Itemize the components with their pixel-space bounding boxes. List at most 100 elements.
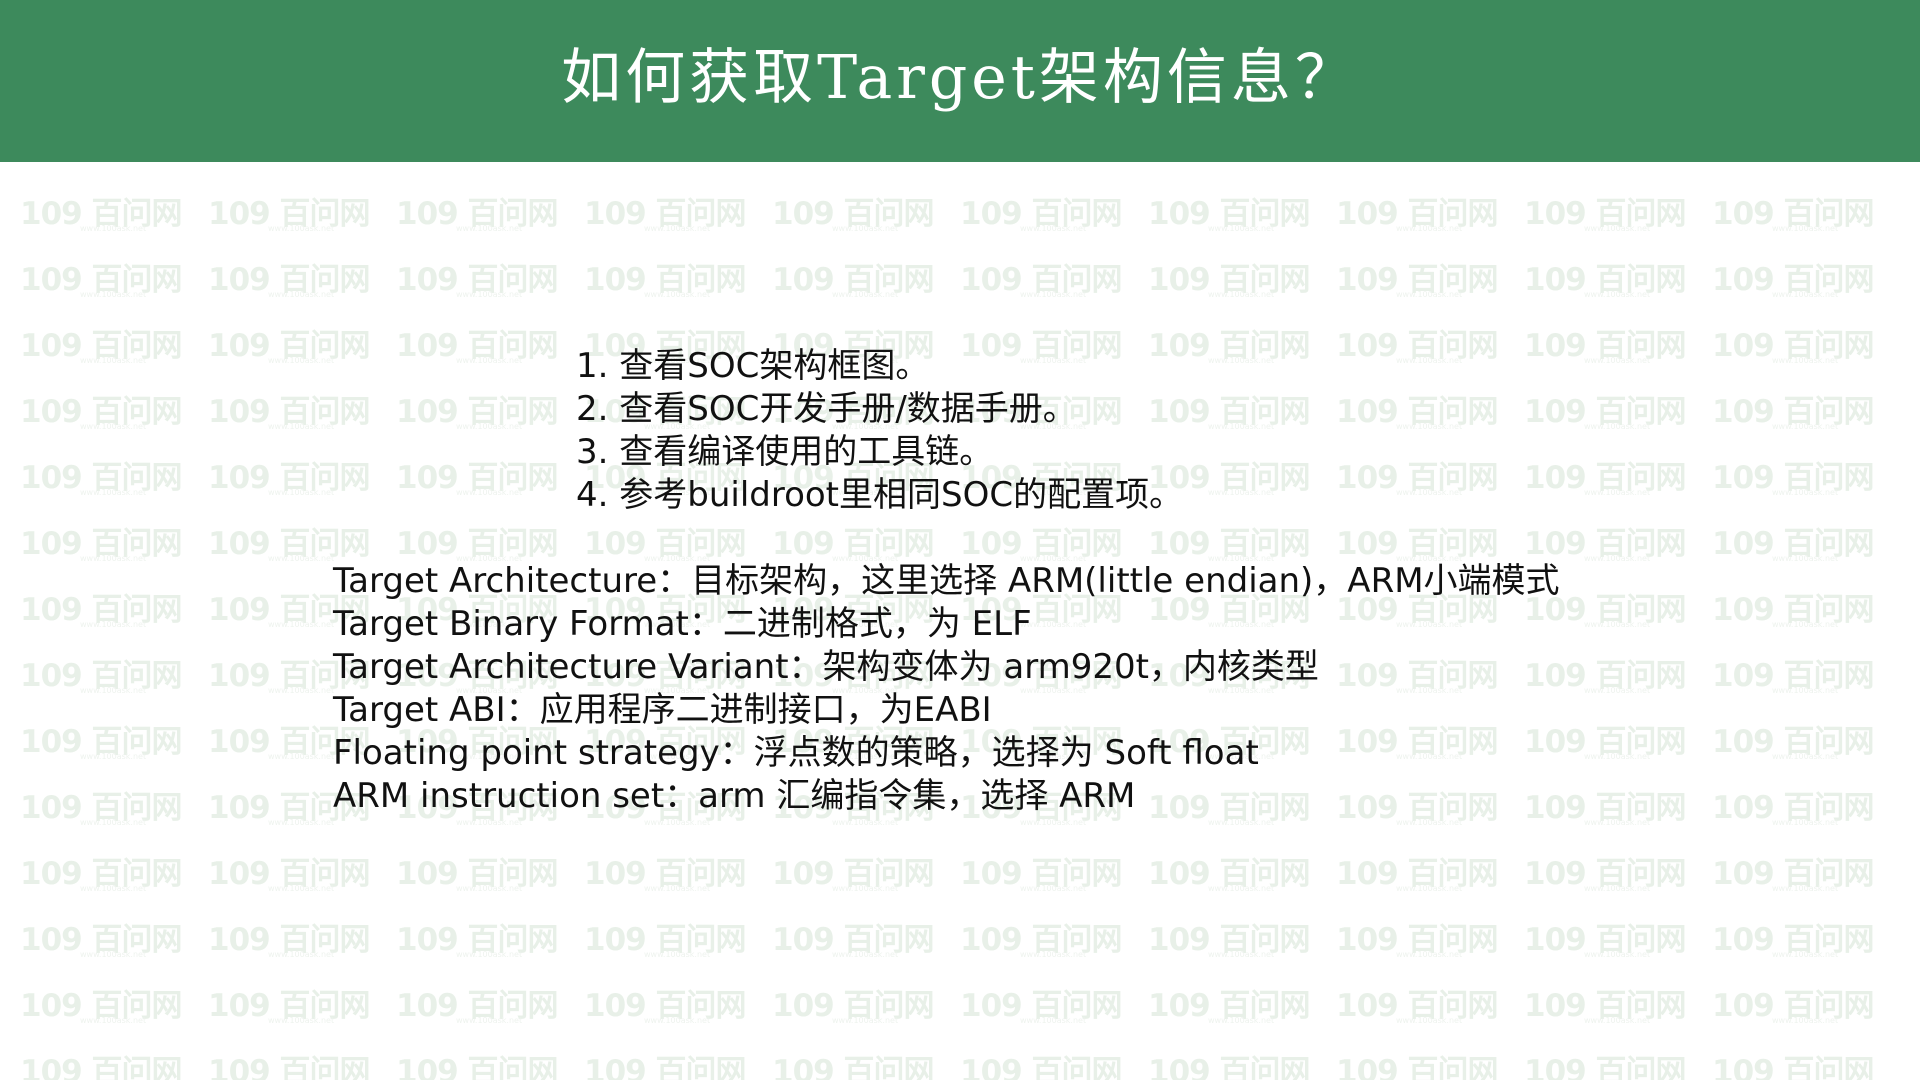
watermark-logo: 109 百问网www.100ask.net <box>584 188 747 244</box>
watermark-logo-subtext: www.100ask.net <box>80 884 147 893</box>
config-item-target-architecture: Target Architecture：目标架构，这里选择 ARM(little… <box>333 561 1560 601</box>
watermark-logo: 109 百问网www.100ask.net <box>396 254 559 310</box>
watermark-logo: 109 百问网www.100ask.net <box>20 452 183 508</box>
watermark-logo-text: 109 百问网 <box>1336 1054 1499 1080</box>
step-item: 4. 参考buildroot里相同SOC的配置项。 <box>576 475 1184 515</box>
watermark-logo-subtext: www.100ask.net <box>832 1016 899 1025</box>
watermark-logo: 109 百问网www.100ask.net <box>1524 254 1687 310</box>
watermark-logo: 109 百问网www.100ask.net <box>1712 1046 1875 1080</box>
watermark-logo: 109 百问网www.100ask.net <box>1524 452 1687 508</box>
watermark-logo-subtext: www.100ask.net <box>1020 290 1087 299</box>
watermark-logo-subtext: www.100ask.net <box>1020 1016 1087 1025</box>
watermark-logo: 109 百问网www.100ask.net <box>396 980 559 1036</box>
watermark-logo-subtext: www.100ask.net <box>1772 356 1839 365</box>
watermark-logo: 109 百问网www.100ask.net <box>1336 452 1499 508</box>
watermark-logo: 109 百问网www.100ask.net <box>1712 584 1875 640</box>
watermark-logo-subtext: www.100ask.net <box>644 1016 711 1025</box>
watermark-logo: 109 百问网www.100ask.net <box>20 716 183 772</box>
watermark-logo: 109 百问网www.100ask.net <box>1148 848 1311 904</box>
watermark-logo: 109 百问网www.100ask.net <box>772 188 935 244</box>
watermark-logo-subtext: www.100ask.net <box>1772 620 1839 629</box>
step-item: 1. 查看SOC架构框图。 <box>576 346 930 386</box>
watermark-logo-subtext: www.100ask.net <box>1208 224 1275 233</box>
watermark-logo-subtext: www.100ask.net <box>644 224 711 233</box>
watermark-logo-subtext: www.100ask.net <box>1396 1016 1463 1025</box>
watermark-logo: 109 百问网www.100ask.net <box>396 848 559 904</box>
watermark-logo: 109 百问网www.100ask.net <box>20 584 183 640</box>
watermark-logo: 109 百问网www.100ask.net <box>20 188 183 244</box>
watermark-logo-subtext: www.100ask.net <box>1772 1016 1839 1025</box>
watermark-logo: 109 百问网www.100ask.net <box>772 1046 935 1080</box>
watermark-logo: 109 百问网www.100ask.net <box>1712 848 1875 904</box>
watermark-logo: 109 百问网www.100ask.net <box>20 848 183 904</box>
watermark-logo: 109 百问网www.100ask.net <box>1336 386 1499 442</box>
watermark-logo: 109 百问网www.100ask.net <box>396 452 559 508</box>
config-details-list: Target Architecture：目标架构，这里选择 ARM(little… <box>333 560 1633 818</box>
watermark-logo-subtext: www.100ask.net <box>456 1016 523 1025</box>
watermark-logo: 109 百问网www.100ask.net <box>208 386 371 442</box>
watermark-logo-subtext: www.100ask.net <box>1020 818 1087 827</box>
watermark-logo-subtext: www.100ask.net <box>1584 290 1651 299</box>
watermark-logo-subtext: www.100ask.net <box>832 290 899 299</box>
watermark-logo-subtext: www.100ask.net <box>1208 950 1275 959</box>
watermark-logo-subtext: www.100ask.net <box>268 884 335 893</box>
watermark-logo: 109 百问网www.100ask.net <box>584 1046 747 1080</box>
watermark-logo-subtext: www.100ask.net <box>80 356 147 365</box>
watermark-logo: 109 百问网www.100ask.net <box>208 980 371 1036</box>
watermark-logo-subtext: www.100ask.net <box>644 950 711 959</box>
watermark-logo: 109 百问网www.100ask.net <box>396 1046 559 1080</box>
watermark-logo: 109 百问网www.100ask.net <box>584 848 747 904</box>
watermark-logo-subtext: www.100ask.net <box>832 950 899 959</box>
steps-list: 1. 查看SOC架构框图。 2. 查看SOC开发手册/数据手册。 3. 查看编译… <box>576 345 1336 517</box>
watermark-logo: 109 百问网www.100ask.net <box>1712 716 1875 772</box>
watermark-logo: 109 百问网www.100ask.net <box>1336 1046 1499 1080</box>
watermark-logo: 109 百问网www.100ask.net <box>20 254 183 310</box>
watermark-logo-subtext: www.100ask.net <box>268 554 335 563</box>
watermark-logo-subtext: www.100ask.net <box>1584 224 1651 233</box>
watermark-logo: 109 百问网www.100ask.net <box>1524 980 1687 1036</box>
watermark-logo: 109 百问网www.100ask.net <box>208 254 371 310</box>
watermark-logo: 109 百问网www.100ask.net <box>1148 980 1311 1036</box>
watermark-logo-subtext: www.100ask.net <box>456 422 523 431</box>
watermark-logo: 109 百问网www.100ask.net <box>20 650 183 706</box>
watermark-logo: 109 百问网www.100ask.net <box>396 386 559 442</box>
watermark-logo: 109 百问网www.100ask.net <box>584 914 747 970</box>
watermark-logo: 109 百问网www.100ask.net <box>1712 386 1875 442</box>
watermark-logo: 109 百问网www.100ask.net <box>772 980 935 1036</box>
watermark-logo-subtext: www.100ask.net <box>268 224 335 233</box>
watermark-logo: 109 百问网www.100ask.net <box>396 914 559 970</box>
watermark-logo: 109 百问网www.100ask.net <box>772 254 935 310</box>
watermark-logo: 109 百问网www.100ask.net <box>208 914 371 970</box>
watermark-logo: 109 百问网www.100ask.net <box>1148 188 1311 244</box>
watermark-logo: 109 百问网www.100ask.net <box>1148 1046 1311 1080</box>
watermark-logo-subtext: www.100ask.net <box>1208 1016 1275 1025</box>
watermark-logo-subtext: www.100ask.net <box>644 884 711 893</box>
watermark-logo-subtext: www.100ask.net <box>1020 884 1087 893</box>
watermark-logo: 109 百问网www.100ask.net <box>772 848 935 904</box>
watermark-logo: 109 百问网www.100ask.net <box>1524 320 1687 376</box>
watermark-logo-subtext: www.100ask.net <box>1772 422 1839 431</box>
watermark-logo-subtext: www.100ask.net <box>1208 884 1275 893</box>
watermark-logo: 109 百问网www.100ask.net <box>772 914 935 970</box>
watermark-logo-subtext: www.100ask.net <box>456 950 523 959</box>
watermark-logo: 109 百问网www.100ask.net <box>1712 518 1875 574</box>
watermark-logo-subtext: www.100ask.net <box>1396 488 1463 497</box>
watermark-logo: 109 百问网www.100ask.net <box>20 386 183 442</box>
watermark-logo: 109 百问网www.100ask.net <box>1336 254 1499 310</box>
watermark-logo: 109 百问网www.100ask.net <box>396 320 559 376</box>
watermark-logo-text: 109 百问网 <box>772 1054 935 1080</box>
watermark-logo: 109 百问网www.100ask.net <box>1712 320 1875 376</box>
watermark-logo-text: 109 百问网 <box>1712 1054 1875 1080</box>
watermark-logo-subtext: www.100ask.net <box>456 818 523 827</box>
config-item-architecture-variant: Target Architecture Variant：架构变体为 arm920… <box>333 647 1319 687</box>
watermark-logo: 109 百问网www.100ask.net <box>960 980 1123 1036</box>
watermark-logo-subtext: www.100ask.net <box>1584 818 1651 827</box>
watermark-logo-subtext: www.100ask.net <box>268 950 335 959</box>
watermark-logo-subtext: www.100ask.net <box>1772 686 1839 695</box>
watermark-logo: 109 百问网www.100ask.net <box>1524 188 1687 244</box>
watermark-logo-subtext: www.100ask.net <box>1396 224 1463 233</box>
watermark-logo-subtext: www.100ask.net <box>268 290 335 299</box>
watermark-logo: 109 百问网www.100ask.net <box>960 914 1123 970</box>
watermark-logo: 109 百问网www.100ask.net <box>20 782 183 838</box>
watermark-logo: 109 百问网www.100ask.net <box>20 980 183 1036</box>
